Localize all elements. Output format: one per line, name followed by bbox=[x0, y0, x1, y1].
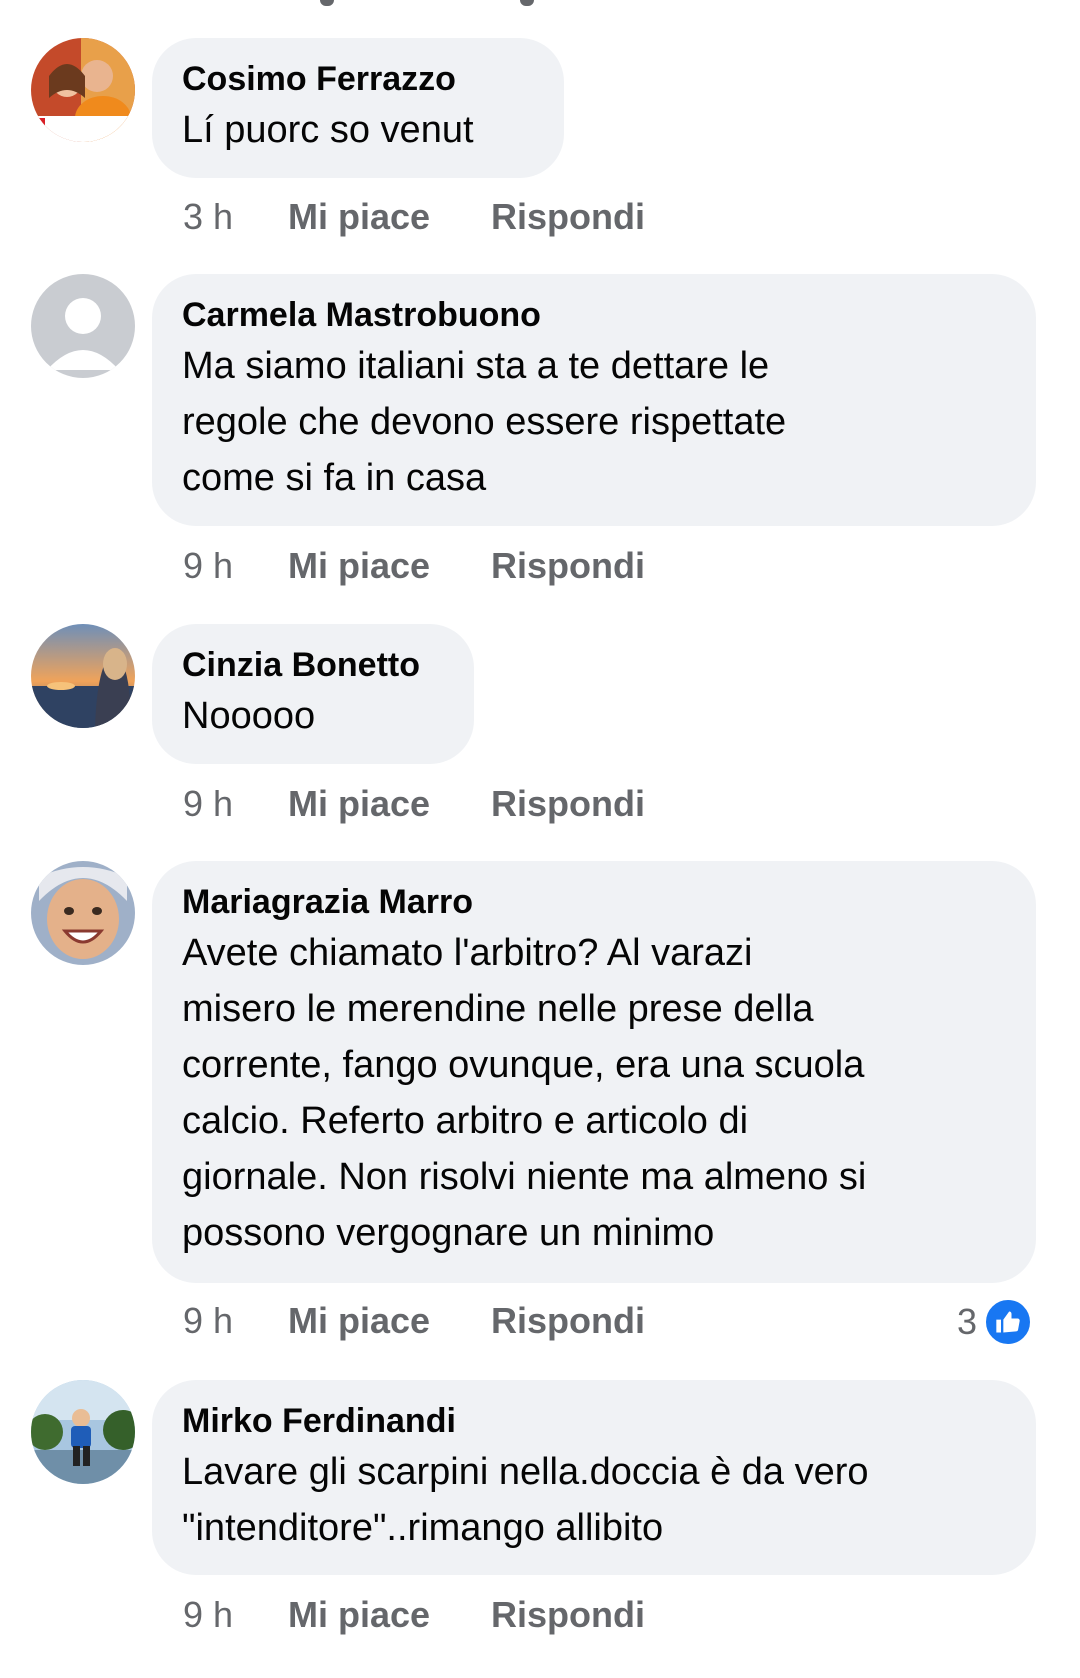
comment-actions: 9 h Mi piace Rispondi bbox=[183, 1300, 883, 1350]
comment-timestamp[interactable]: 9 h bbox=[183, 783, 233, 825]
avatar-couple-photo-icon bbox=[31, 38, 135, 142]
comment-author[interactable]: Mariagrazia Marro bbox=[182, 879, 1006, 925]
previous-comment-fragment bbox=[300, 0, 600, 8]
reactions-summary[interactable]: 3 bbox=[957, 1297, 1033, 1347]
comment-timestamp[interactable]: 3 h bbox=[183, 196, 233, 238]
default-avatar-icon bbox=[31, 274, 135, 378]
comment-text: Ma siamo italiani sta a te dettare le re… bbox=[182, 345, 787, 499]
avatar-child-photo-icon bbox=[31, 1380, 135, 1484]
reply-button[interactable]: Rispondi bbox=[491, 783, 645, 825]
comment-text: Nooooo bbox=[182, 695, 316, 737]
comment-actions: 9 h Mi piace Rispondi bbox=[183, 783, 883, 833]
comment-timestamp[interactable]: 9 h bbox=[183, 545, 233, 587]
reply-button[interactable]: Rispondi bbox=[491, 1300, 645, 1342]
thumbs-up-icon bbox=[983, 1297, 1033, 1347]
comment-bubble: Mirko Ferdinandi Lavare gli scarpini nel… bbox=[152, 1380, 1036, 1575]
reply-button[interactable]: Rispondi bbox=[491, 545, 645, 587]
reply-button[interactable]: Rispondi bbox=[491, 196, 645, 238]
like-button[interactable]: Mi piace bbox=[288, 783, 430, 825]
avatar[interactable] bbox=[31, 1380, 135, 1484]
avatar[interactable] bbox=[31, 861, 135, 965]
avatar[interactable] bbox=[31, 38, 135, 142]
comment-timestamp[interactable]: 9 h bbox=[183, 1300, 233, 1342]
comment-bubble: Carmela Mastrobuono Ma siamo italiani st… bbox=[152, 274, 1036, 526]
avatar[interactable] bbox=[31, 274, 135, 378]
avatar[interactable] bbox=[31, 624, 135, 728]
comment-author[interactable]: Mirko Ferdinandi bbox=[182, 1398, 1006, 1444]
avatar-sunset-photo-icon bbox=[31, 624, 135, 728]
comment-bubble: Cosimo Ferrazzo Lí puorc so venut bbox=[152, 38, 564, 178]
comment-author[interactable]: Cosimo Ferrazzo bbox=[182, 56, 534, 102]
reply-button[interactable]: Rispondi bbox=[491, 1594, 645, 1636]
comment-actions: 9 h Mi piace Rispondi bbox=[183, 1594, 883, 1644]
comment-bubble: Mariagrazia Marro Avete chiamato l'arbit… bbox=[152, 861, 1036, 1283]
avatar-smiling-woman-icon bbox=[31, 861, 135, 965]
like-button[interactable]: Mi piace bbox=[288, 196, 430, 238]
comment-text: Lavare gli scarpini nella.doccia è da ve… bbox=[182, 1451, 869, 1549]
like-button[interactable]: Mi piace bbox=[288, 1594, 430, 1636]
comment-text: Lí puorc so venut bbox=[182, 109, 474, 151]
comment-author[interactable]: Carmela Mastrobuono bbox=[182, 292, 1006, 338]
like-button[interactable]: Mi piace bbox=[288, 545, 430, 587]
comment-text: Avete chiamato l'arbitro? Al varazi mise… bbox=[182, 932, 867, 1254]
comment-timestamp[interactable]: 9 h bbox=[183, 1594, 233, 1636]
like-button[interactable]: Mi piace bbox=[288, 1300, 430, 1342]
comment-actions: 9 h Mi piace Rispondi bbox=[183, 545, 883, 595]
comment-actions: 3 h Mi piace Rispondi bbox=[183, 196, 883, 246]
comment-author[interactable]: Cinzia Bonetto bbox=[182, 642, 444, 688]
comment-bubble: Cinzia Bonetto Nooooo bbox=[152, 624, 474, 764]
reaction-count: 3 bbox=[956, 1301, 977, 1342]
